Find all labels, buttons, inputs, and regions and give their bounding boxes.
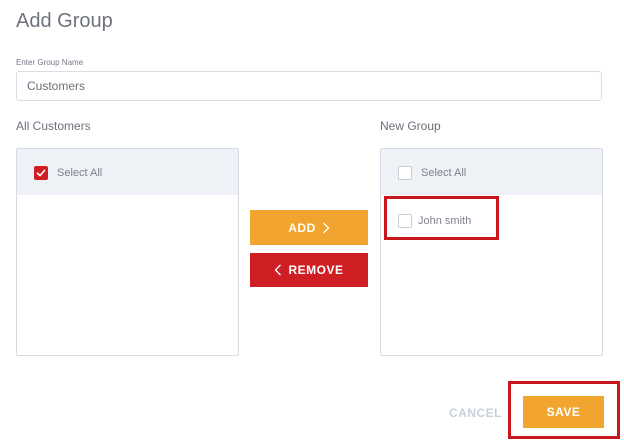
all-customers-select-all-label[interactable]: Select All	[57, 167, 102, 179]
group-name-input[interactable]	[16, 71, 602, 101]
all-customers-select-all-checkbox[interactable]	[34, 166, 48, 180]
new-group-heading: New Group	[380, 119, 441, 133]
new-group-select-all-label[interactable]: Select All	[421, 167, 466, 179]
check-icon	[36, 169, 46, 177]
cancel-button[interactable]: CANCEL	[449, 406, 502, 420]
add-button-label: ADD	[288, 220, 316, 235]
dialog-title: Add Group	[16, 10, 113, 32]
chevron-left-icon	[275, 264, 282, 276]
new-group-list-header	[381, 149, 602, 195]
chevron-right-icon	[322, 222, 330, 233]
john-smith-highlight-box	[384, 196, 499, 240]
save-highlight-box	[508, 381, 620, 439]
remove-button-label: REMOVE	[288, 263, 344, 277]
all-customers-list-header	[17, 149, 238, 195]
add-button[interactable]: ADD	[250, 210, 368, 245]
new-group-list: Select All John smith	[380, 148, 603, 356]
group-name-label: Enter Group Name	[16, 58, 84, 67]
all-customers-list: Select All	[16, 148, 239, 356]
remove-button[interactable]: REMOVE	[250, 253, 368, 287]
new-group-select-all-checkbox[interactable]	[398, 166, 412, 180]
all-customers-heading: All Customers	[16, 119, 91, 133]
